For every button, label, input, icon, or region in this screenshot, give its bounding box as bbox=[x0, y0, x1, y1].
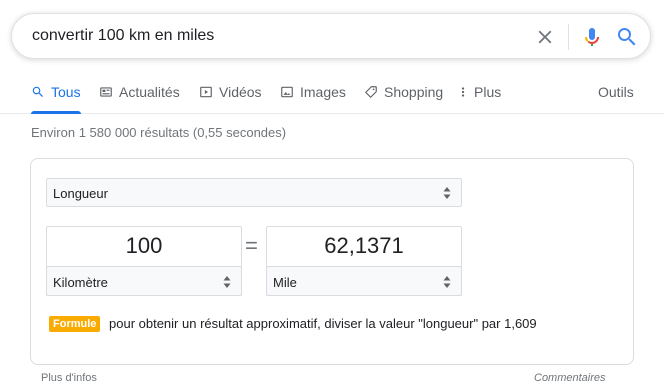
close-icon[interactable] bbox=[534, 26, 556, 48]
unit-type-label: Longueur bbox=[53, 186, 108, 201]
formula-text: pour obtenir un résultat approximatif, d… bbox=[109, 316, 537, 331]
select-arrows-icon bbox=[223, 276, 231, 288]
from-value-input[interactable]: 100 bbox=[47, 233, 241, 259]
mic-icon[interactable] bbox=[580, 25, 604, 49]
tag-icon bbox=[365, 86, 377, 98]
more-info-link[interactable]: Plus d'infos bbox=[41, 372, 97, 384]
to-value-input[interactable]: 62,1371 bbox=[267, 233, 461, 259]
equals-sign: = bbox=[245, 233, 258, 258]
unit-type-select[interactable]: Longueur bbox=[46, 178, 462, 207]
tab-shopping[interactable]: Shopping bbox=[364, 84, 443, 114]
from-unit-box: 100 Kilomètre bbox=[46, 226, 242, 296]
tools-label: Outils bbox=[598, 84, 634, 100]
tab-tous[interactable]: Tous bbox=[31, 84, 81, 114]
search-tabs: Tous Actualités Vidéos Images Shopping P… bbox=[0, 74, 664, 114]
tab-label: Images bbox=[300, 84, 346, 100]
select-arrows-icon bbox=[443, 187, 451, 199]
tab-label: Vidéos bbox=[219, 84, 262, 100]
search-icon[interactable] bbox=[615, 25, 639, 49]
tab-label: Actualités bbox=[119, 84, 180, 100]
to-unit-label: Mile bbox=[273, 275, 297, 290]
tab-label: Shopping bbox=[384, 84, 444, 100]
search-input[interactable]: convertir 100 km en miles bbox=[32, 27, 214, 45]
to-unit-box: 62,1371 Mile bbox=[266, 226, 462, 296]
tab-images[interactable]: Images bbox=[280, 84, 346, 114]
from-unit-select[interactable]: Kilomètre bbox=[46, 266, 242, 296]
result-stats: Environ 1 580 000 résultats (0,55 second… bbox=[31, 125, 287, 140]
more-vert-icon bbox=[461, 87, 465, 97]
formula-badge: Formule bbox=[49, 316, 101, 332]
from-unit-label: Kilomètre bbox=[53, 275, 108, 290]
select-arrows-icon bbox=[443, 276, 451, 288]
feedback-link[interactable]: Commentaires bbox=[534, 372, 606, 384]
search-divider bbox=[568, 24, 569, 50]
unit-converter-card: Longueur 100 Kilomètre = 62,1371 Mile Fo… bbox=[30, 158, 634, 365]
tab-label: Tous bbox=[51, 84, 81, 100]
image-icon bbox=[281, 86, 293, 98]
news-icon bbox=[100, 87, 112, 97]
to-unit-select[interactable]: Mile bbox=[266, 266, 462, 296]
video-icon bbox=[200, 86, 212, 98]
tab-label: Plus bbox=[474, 84, 502, 100]
tools-button[interactable]: Outils bbox=[598, 84, 634, 114]
tab-plus[interactable]: Plus bbox=[458, 84, 501, 114]
active-tab-indicator bbox=[31, 111, 81, 114]
search-icon bbox=[32, 86, 43, 97]
tab-videos[interactable]: Vidéos bbox=[199, 84, 262, 114]
tab-actualites[interactable]: Actualités bbox=[99, 84, 180, 114]
search-bar[interactable]: convertir 100 km en miles bbox=[11, 13, 651, 59]
